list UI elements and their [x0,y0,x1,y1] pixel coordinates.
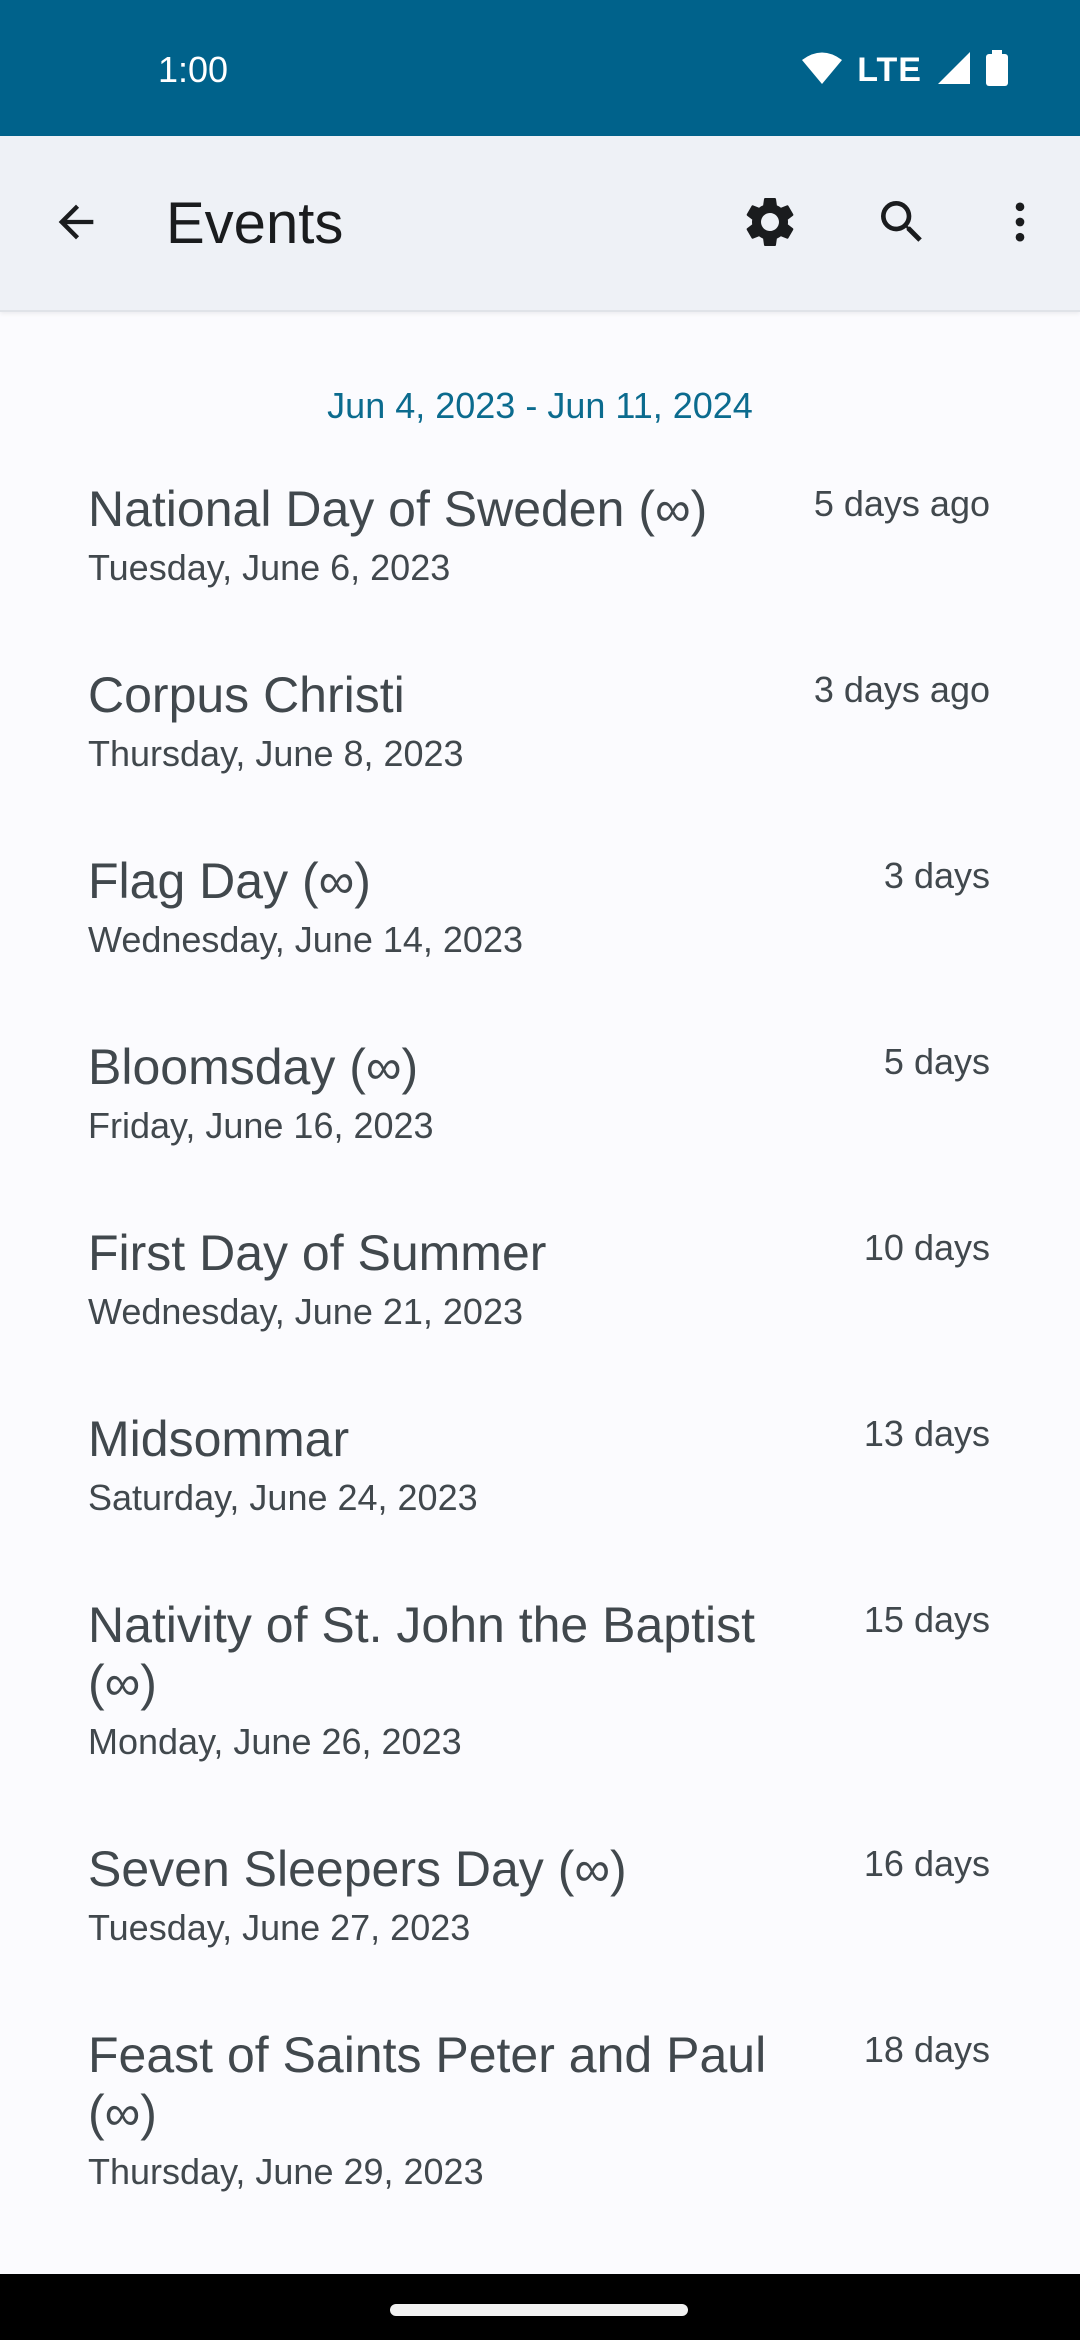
network-type-label: LTE [857,50,922,89]
date-range-label[interactable]: Jun 4, 2023 - Jun 11, 2024 [0,378,1080,434]
list-item[interactable]: First Day of Summer Wednesday, June 21, … [0,1214,1080,1400]
event-date: Tuesday, June 6, 2023 [88,547,451,588]
list-item[interactable]: Corpus Christi Thursday, June 8, 2023 3 … [0,656,1080,842]
status-bar: 1:00 LTE [0,0,1080,136]
more-vert-icon [994,196,1046,253]
event-date: Monday, June 26, 2023 [88,1721,462,1762]
events-list: National Day of Sweden (∞) Tuesday, June… [0,470,1080,2260]
battery-icon [986,49,1008,91]
list-item[interactable]: National Day of Sweden (∞) Tuesday, June… [0,470,1080,656]
event-date: Friday, June 16, 2023 [88,1105,434,1146]
settings-button[interactable] [722,176,818,272]
event-title: National Day of Sweden (∞) [88,481,708,537]
event-title: Nativity of St. John the Baptist (∞) [88,1597,755,1711]
event-relative-time: 3 days ago [813,669,990,710]
event-date: Wednesday, June 21, 2023 [88,1291,523,1332]
search-button[interactable] [854,176,950,272]
list-item[interactable]: Nativity of St. John the Baptist (∞) Mon… [0,1586,1080,1830]
event-relative-time: 10 days [863,1227,990,1268]
home-gesture-handle[interactable] [390,2304,688,2316]
event-title: Seven Sleepers Day (∞) [88,1841,627,1897]
arrow-back-icon [50,196,102,253]
event-date: Thursday, June 8, 2023 [88,733,464,774]
page-title: Events [166,191,344,256]
navigation-bar [0,2274,1080,2340]
event-title: Midsommar [88,1411,350,1467]
app-bar: Events [0,136,1080,312]
event-date: Tuesday, June 27, 2023 [88,1907,471,1948]
status-icons: LTE [801,49,1008,91]
list-item[interactable]: Bloomsday (∞) Friday, June 16, 2023 5 da… [0,1028,1080,1214]
wifi-icon [801,51,843,90]
more-options-button[interactable] [972,176,1068,272]
event-relative-time: 18 days [863,2029,990,2070]
event-title: Feast of Saints Peter and Paul (∞) [88,2027,767,2141]
event-relative-time: 16 days [863,1843,990,1884]
status-time: 1:00 [158,49,229,90]
event-relative-time: 5 days ago [813,483,990,524]
event-title: First Day of Summer [88,1225,547,1281]
list-item[interactable]: Feast of Saints Peter and Paul (∞) Thurs… [0,2016,1080,2260]
event-relative-time: 3 days [883,855,990,896]
back-button[interactable] [28,176,124,272]
event-relative-time: 13 days [863,1413,990,1454]
event-date: Saturday, June 24, 2023 [88,1477,478,1518]
event-relative-time: 5 days [883,1041,990,1082]
list-item[interactable]: Flag Day (∞) Wednesday, June 14, 2023 3 … [0,842,1080,1028]
event-relative-time: 15 days [863,1599,990,1640]
event-date: Thursday, June 29, 2023 [88,2151,484,2192]
event-title: Bloomsday (∞) [88,1039,419,1095]
list-item[interactable]: Midsommar Saturday, June 24, 2023 13 day… [0,1400,1080,1586]
event-title: Flag Day (∞) [88,853,371,909]
search-icon [874,194,930,255]
signal-icon [936,51,972,90]
event-date: Wednesday, June 14, 2023 [88,919,523,960]
gear-icon [740,192,800,257]
list-item[interactable]: Seven Sleepers Day (∞) Tuesday, June 27,… [0,1830,1080,2016]
event-title: Corpus Christi [88,667,405,723]
